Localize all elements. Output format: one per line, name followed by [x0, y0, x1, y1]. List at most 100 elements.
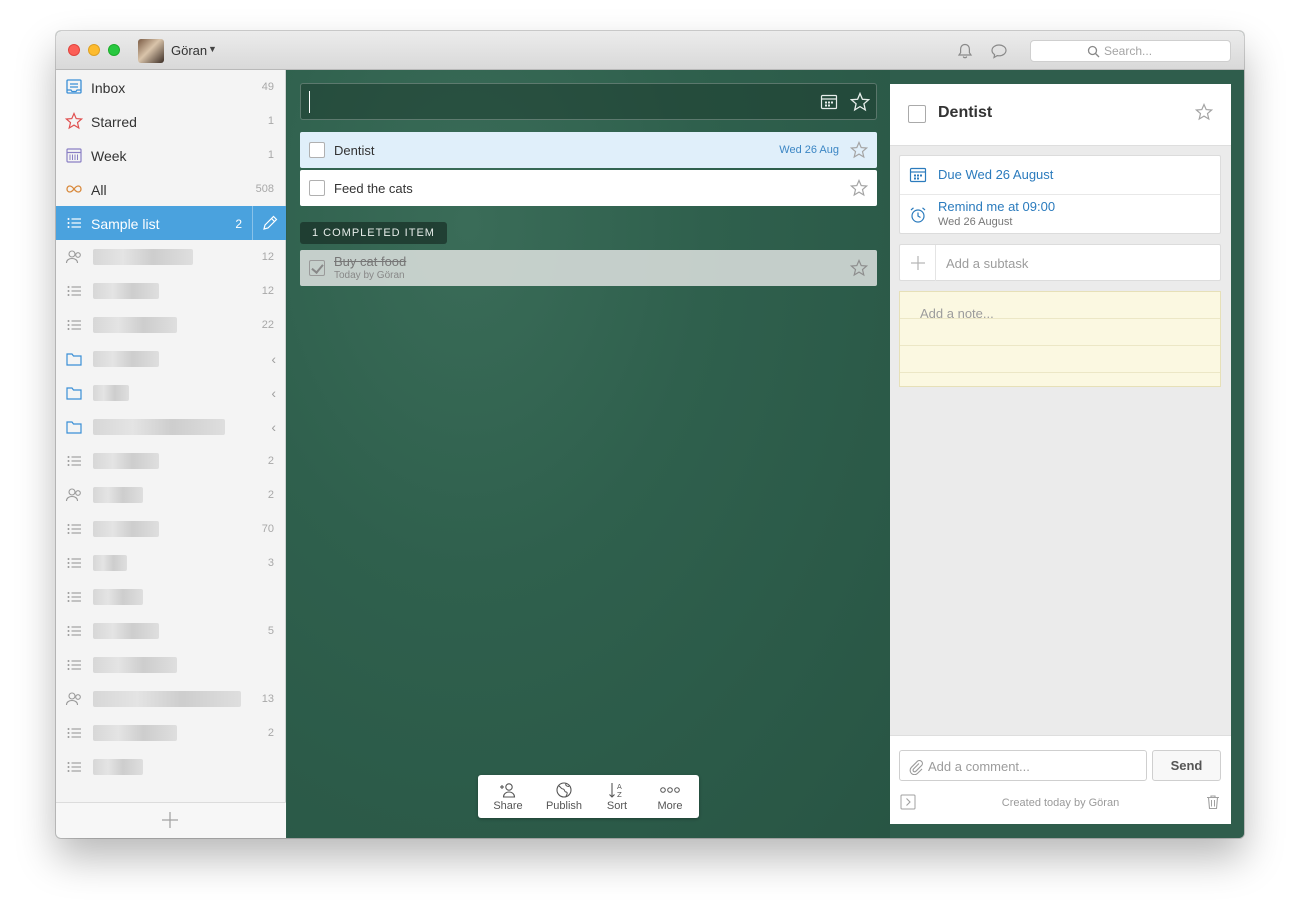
publish-label: Publish: [545, 800, 583, 812]
sidebar-item-sample-list[interactable]: Sample list 2: [56, 206, 286, 240]
avatar[interactable]: [138, 39, 164, 63]
sidebar-item-label: Week: [91, 148, 127, 164]
sort-label: Sort: [606, 800, 628, 812]
add-subtask-field[interactable]: [899, 244, 1221, 281]
paperclip-icon[interactable]: [908, 759, 924, 775]
sidebar-item-count: 70: [261, 523, 274, 535]
list-icon: [67, 728, 81, 738]
obscured-label: [93, 555, 127, 571]
user-menu-caret-icon[interactable]: ▼: [208, 44, 217, 54]
sidebar-item-shared-list[interactable]: 2: [56, 478, 286, 512]
sidebar-item-list[interactable]: 3: [56, 546, 286, 580]
obscured-label: [93, 691, 241, 707]
obscured-label: [93, 419, 225, 435]
minimize-window-button[interactable]: [88, 44, 100, 56]
publish-button[interactable]: Publish: [537, 779, 591, 815]
sidebar-item-list[interactable]: 12: [56, 274, 286, 308]
list-icon: [67, 592, 81, 602]
created-by-text: Created today by Göran: [1001, 797, 1120, 809]
star-icon[interactable]: [850, 141, 868, 159]
share-button[interactable]: Share: [481, 779, 535, 815]
close-window-button[interactable]: [68, 44, 80, 56]
maximize-window-button[interactable]: [108, 44, 120, 56]
chevron-left-icon[interactable]: ‹: [271, 385, 276, 401]
comment-footer: Send Created today by Göran: [890, 735, 1231, 824]
sidebar-item-list[interactable]: 22: [56, 308, 286, 342]
sidebar-item-folder[interactable]: ‹: [56, 410, 286, 444]
comments-icon[interactable]: [990, 42, 1008, 60]
task-row[interactable]: Feed the cats: [300, 170, 877, 206]
star-icon[interactable]: [1195, 103, 1213, 121]
comment-input[interactable]: [928, 757, 1138, 775]
chevron-left-icon[interactable]: ‹: [271, 419, 276, 435]
user-name[interactable]: Göran: [171, 43, 207, 58]
obscured-label: [93, 283, 159, 299]
sidebar-item-count: 508: [255, 183, 274, 195]
sidebar-item-count: 12: [261, 251, 274, 263]
sort-button[interactable]: A Z Sort: [590, 779, 644, 815]
calendar-icon: [909, 167, 927, 183]
sidebar-item-list[interactable]: [56, 648, 286, 682]
task-checkbox[interactable]: [309, 142, 325, 158]
sidebar-item-list[interactable]: 70: [56, 512, 286, 546]
note-area[interactable]: [899, 291, 1221, 387]
sidebar-item-count: 13: [261, 693, 274, 705]
search-icon: [1087, 45, 1100, 58]
sidebar-item-inbox[interactable]: Inbox 49: [56, 70, 286, 104]
task-checkbox[interactable]: [309, 180, 325, 196]
sidebar-item-list[interactable]: 5: [56, 614, 286, 648]
detail-task-checkbox[interactable]: [908, 105, 926, 123]
add-task-field[interactable]: [300, 83, 877, 120]
obscured-label: [93, 351, 159, 367]
reminder-date: Wed 26 August: [938, 216, 1013, 228]
detail-task-title[interactable]: Dentist: [938, 104, 992, 122]
task-row[interactable]: Dentist Wed 26 Aug: [300, 132, 877, 168]
add-list-plus-icon[interactable]: [161, 811, 179, 829]
sidebar-item-folder[interactable]: ‹: [56, 376, 286, 410]
star-icon[interactable]: [850, 179, 868, 197]
completed-task-row[interactable]: Buy cat food Today by Göran: [300, 250, 877, 286]
trash-icon[interactable]: [1205, 794, 1221, 810]
calendar-icon[interactable]: [820, 93, 838, 111]
app-window: Göran ▼ Inbox 49: [56, 31, 1244, 838]
detail-header: Dentist: [890, 84, 1231, 146]
task-completed-by: Today by Göran: [334, 270, 405, 281]
sidebar-item-shared-list[interactable]: 13: [56, 682, 286, 716]
add-subtask-input[interactable]: [946, 254, 1206, 272]
add-subtask-button[interactable]: [900, 245, 936, 281]
sidebar-item-all[interactable]: All 508: [56, 172, 286, 206]
search-field[interactable]: [1030, 40, 1231, 62]
star-icon[interactable]: [850, 92, 870, 112]
note-input[interactable]: [920, 306, 1210, 376]
list-icon: [67, 558, 81, 568]
star-icon[interactable]: [850, 259, 868, 277]
sidebar-item-list[interactable]: 2: [56, 444, 286, 478]
sidebar-item-starred[interactable]: Starred 1: [56, 104, 286, 138]
sidebar-item-folder[interactable]: ‹: [56, 342, 286, 376]
due-date-row[interactable]: Due Wed 26 August: [900, 156, 1220, 195]
send-comment-button[interactable]: Send: [1152, 750, 1221, 781]
chevron-left-icon[interactable]: ‹: [271, 351, 276, 367]
completed-items-toggle[interactable]: 1 COMPLETED ITEM: [300, 222, 447, 244]
add-task-input[interactable]: [309, 91, 809, 113]
more-dots-icon: [660, 787, 680, 793]
due-reminder-card: Due Wed 26 August Remind me at 09:00 Wed…: [899, 155, 1221, 234]
sidebar-item-count: 1: [267, 115, 274, 127]
inbox-icon: [66, 79, 82, 94]
list-icon: [67, 762, 81, 772]
task-checkbox-checked[interactable]: [309, 260, 325, 276]
search-input[interactable]: [1104, 43, 1224, 59]
sidebar-item-week[interactable]: Week 1: [56, 138, 286, 172]
more-button[interactable]: More: [643, 779, 697, 815]
bell-icon[interactable]: [956, 42, 974, 60]
sidebar-item-shared-list[interactable]: 12: [56, 240, 286, 274]
comment-field[interactable]: [899, 750, 1147, 781]
obscured-label: [93, 725, 177, 741]
sidebar-item-list[interactable]: [56, 580, 286, 614]
obscured-label: [93, 249, 193, 265]
reminder-row[interactable]: Remind me at 09:00 Wed 26 August: [900, 195, 1220, 235]
obscured-label: [93, 657, 177, 673]
sidebar-item-list[interactable]: [56, 750, 286, 784]
edit-list-button[interactable]: [252, 206, 286, 240]
sidebar-item-list[interactable]: 2: [56, 716, 286, 750]
